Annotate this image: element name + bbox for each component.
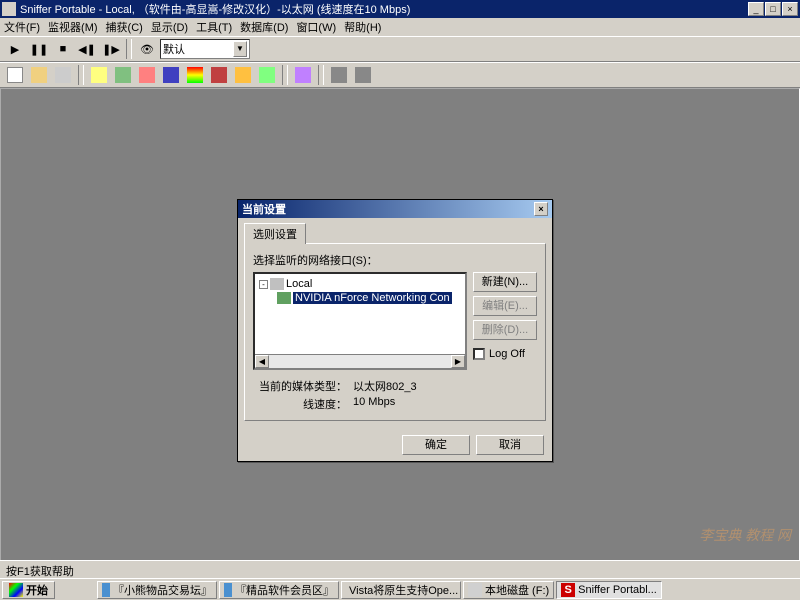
task-item-active[interactable]: S Sniffer Portabl... <box>556 581 662 599</box>
tree-root-node[interactable]: - Local <box>259 278 463 290</box>
dialog-close-icon[interactable]: × <box>534 202 548 216</box>
new-button[interactable]: 新建(N)... <box>473 272 537 292</box>
dialog-titlebar: 当前设置 × <box>238 200 552 218</box>
maximize-button[interactable]: □ <box>765 2 781 16</box>
tree-nic-label: NVIDIA nForce Networking Con <box>293 292 452 304</box>
scroll-right-icon[interactable]: ▶ <box>451 355 465 368</box>
speed-label: 线速度： <box>253 396 353 412</box>
separator <box>318 65 324 85</box>
menu-help[interactable]: 帮助(H) <box>344 19 381 35</box>
app-titlebar: Sniffer Portable - Local, （软件由-高显嵩-修改汉化）… <box>0 0 800 18</box>
quicklaunch-ie-icon[interactable] <box>57 581 75 599</box>
frame-back-button[interactable]: ◀❚ <box>76 39 98 59</box>
status-text: 按F1获取帮助 <box>6 566 74 578</box>
quicklaunch-desktop-icon[interactable] <box>77 581 95 599</box>
dashboard-icon[interactable] <box>88 65 110 85</box>
taskbar: 开始 『小熊物品交易坛』 『精品软件会员区』 Vista将原生支持Ope... … <box>0 578 800 600</box>
app-title: Sniffer Portable - Local, （软件由-高显嵩-修改汉化）… <box>20 1 748 17</box>
media-value: 以太网802_3 <box>353 378 417 394</box>
task-item[interactable]: 本地磁盘 (F:) <box>463 581 554 599</box>
combo-value: 默认 <box>163 41 185 57</box>
separator <box>78 65 84 85</box>
checkbox-icon[interactable] <box>473 348 485 360</box>
sniffer-icon: S <box>561 583 575 597</box>
minimize-button[interactable]: _ <box>748 2 764 16</box>
app-icon <box>2 2 16 16</box>
cancel-button[interactable]: 取消 <box>476 435 544 455</box>
open-icon[interactable] <box>28 65 50 85</box>
dialog-title: 当前设置 <box>242 201 286 217</box>
toolbar-capture: ▶ ❚❚ ■ ◀❚ ❚▶ 👁 默认 ▼ <box>0 36 800 62</box>
menu-tools[interactable]: 工具(T) <box>196 19 232 35</box>
delete-button[interactable]: 删除(D)... <box>473 320 537 340</box>
binoculars-icon[interactable]: 👁 <box>136 39 158 59</box>
profile-combo[interactable]: 默认 ▼ <box>160 39 250 59</box>
logoff-label: Log Off <box>489 348 525 360</box>
menu-file[interactable]: 文件(F) <box>4 19 40 35</box>
alarm-icon[interactable] <box>232 65 254 85</box>
media-label: 当前的媒体类型： <box>253 378 353 394</box>
scroll-track[interactable] <box>269 355 451 368</box>
separator <box>126 39 132 59</box>
logoff-checkbox[interactable]: Log Off <box>473 348 537 360</box>
task-label: 『小熊物品交易坛』 <box>113 582 212 598</box>
horizontal-scrollbar[interactable]: ◀ ▶ <box>255 354 465 368</box>
stop-rec-icon[interactable] <box>352 65 374 85</box>
matrix-icon[interactable] <box>112 65 134 85</box>
task-label: Vista将原生支持Ope... <box>349 582 458 598</box>
menu-capture[interactable]: 捕获(C) <box>106 19 143 35</box>
separator <box>282 65 288 85</box>
start-button[interactable]: 开始 <box>2 581 55 599</box>
stop-button[interactable]: ■ <box>52 39 74 59</box>
menu-database[interactable]: 数据库(D) <box>240 19 288 35</box>
global-icon[interactable] <box>208 65 230 85</box>
interface-label: 选择监听的网络接口(S)： <box>253 252 537 268</box>
frame-fwd-button[interactable]: ❚▶ <box>100 39 122 59</box>
menu-display[interactable]: 显示(D) <box>151 19 188 35</box>
collapse-icon[interactable]: - <box>259 280 268 289</box>
new-icon[interactable] <box>4 65 26 85</box>
tree-nic-node[interactable]: NVIDIA nForce Networking Con <box>277 292 463 304</box>
task-item[interactable]: 『精品软件会员区』 <box>219 581 339 599</box>
start-label: 开始 <box>26 582 48 598</box>
settings-dialog: 当前设置 × 选则设置 选择监听的网络接口(S)： - Local <box>237 199 553 462</box>
speed-value: 10 Mbps <box>353 396 395 412</box>
menu-monitor[interactable]: 监视器(M) <box>48 19 98 35</box>
ok-button[interactable]: 确定 <box>402 435 470 455</box>
play-button[interactable]: ▶ <box>4 39 26 59</box>
menu-window[interactable]: 窗口(W) <box>296 19 336 35</box>
tab-pane: 选择监听的网络接口(S)： - Local NVIDIA nForce Netw <box>244 243 546 421</box>
statusbar: 按F1获取帮助 <box>0 560 800 578</box>
tree-root-label: Local <box>286 278 312 290</box>
task-label: 本地磁盘 (F:) <box>485 582 549 598</box>
computer-icon <box>270 278 284 290</box>
host-icon[interactable] <box>136 65 158 85</box>
protocol-icon[interactable] <box>160 65 182 85</box>
ie-icon <box>102 583 110 597</box>
watermark: 李宝典 教程 网 <box>699 525 791 545</box>
toolbar-tools <box>0 62 800 88</box>
menubar: 文件(F) 监视器(M) 捕获(C) 显示(D) 工具(T) 数据库(D) 窗口… <box>0 18 800 36</box>
wand-icon[interactable] <box>292 65 314 85</box>
history-icon[interactable] <box>184 65 206 85</box>
ie-icon <box>224 583 232 597</box>
windows-icon <box>9 583 23 597</box>
scroll-left-icon[interactable]: ◀ <box>255 355 269 368</box>
chevron-down-icon[interactable]: ▼ <box>233 41 247 57</box>
record-icon[interactable] <box>328 65 350 85</box>
task-item[interactable]: Vista将原生支持Ope... <box>341 581 461 599</box>
print-icon[interactable] <box>52 65 74 85</box>
tab-select-settings[interactable]: 选则设置 <box>244 223 306 244</box>
drive-icon <box>468 583 482 597</box>
chart-icon[interactable] <box>256 65 278 85</box>
edit-button[interactable]: 编辑(E)... <box>473 296 537 316</box>
close-button[interactable]: × <box>782 2 798 16</box>
nic-icon <box>277 292 291 304</box>
pause-button[interactable]: ❚❚ <box>28 39 50 59</box>
task-label: 『精品软件会员区』 <box>235 582 334 598</box>
task-label: Sniffer Portabl... <box>578 584 657 596</box>
task-item[interactable]: 『小熊物品交易坛』 <box>97 581 217 599</box>
interface-tree[interactable]: - Local NVIDIA nForce Networking Con ◀ <box>253 272 467 370</box>
mdi-workspace: 当前设置 × 选则设置 选择监听的网络接口(S)： - Local <box>0 88 800 586</box>
